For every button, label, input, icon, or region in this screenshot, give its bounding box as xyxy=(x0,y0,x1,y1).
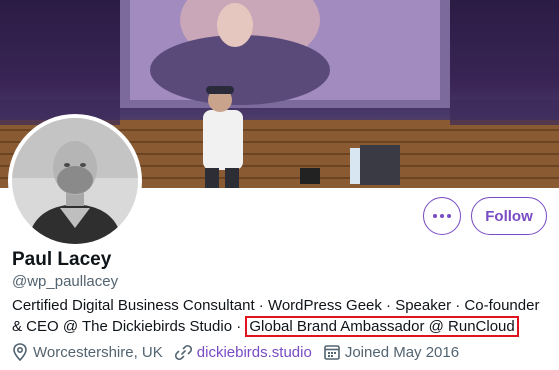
follow-button[interactable]: Follow xyxy=(471,197,547,235)
location-text: Worcestershire, UK xyxy=(33,343,163,361)
avatar[interactable] xyxy=(8,114,142,248)
more-horizontal-icon xyxy=(433,214,437,218)
user-handle: @wp_paullacey xyxy=(12,273,119,290)
more-options-button[interactable] xyxy=(423,197,461,235)
more-dot xyxy=(447,214,451,218)
display-name: Paul Lacey xyxy=(12,249,112,270)
profile-bio: Certified Digital Business Consultant · … xyxy=(12,295,552,337)
location-pin-icon xyxy=(13,343,27,361)
avatar-photo xyxy=(12,118,138,244)
website-item[interactable]: dickiebirds.studio xyxy=(174,344,312,361)
calendar-icon xyxy=(324,345,340,360)
profile-meta: Worcestershire, UK dickiebirds.studio Jo… xyxy=(12,343,471,361)
link-icon xyxy=(174,344,192,360)
website-link[interactable]: dickiebirds.studio xyxy=(197,344,312,361)
more-dot xyxy=(440,214,444,218)
joined-text: Joined May 2016 xyxy=(344,343,460,361)
joined-item: Joined May 2016 xyxy=(324,344,459,361)
location-item: Worcestershire, UK xyxy=(12,343,163,361)
bio-highlight: Global Brand Ambassador @ RunCloud xyxy=(245,316,519,337)
